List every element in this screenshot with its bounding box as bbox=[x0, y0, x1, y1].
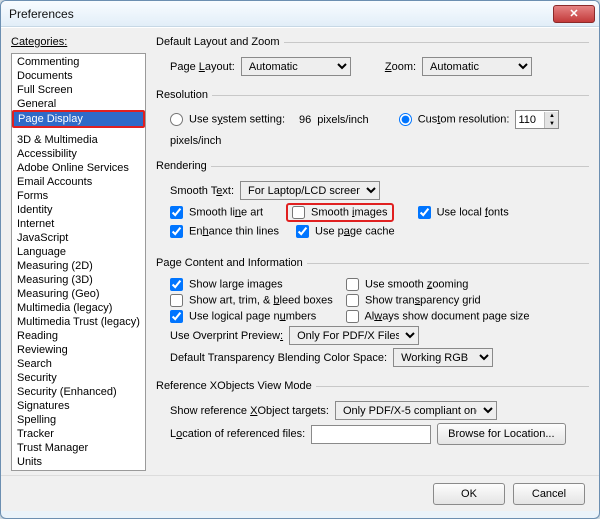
ok-button[interactable]: OK bbox=[433, 483, 505, 505]
system-dpi-value: 96 bbox=[299, 114, 311, 126]
blend-space-select[interactable]: Working RGB bbox=[393, 348, 493, 367]
category-item[interactable]: 3D & Multimedia bbox=[13, 133, 144, 147]
category-item[interactable]: Full Screen bbox=[13, 83, 144, 97]
category-item[interactable]: Identity bbox=[13, 203, 144, 217]
spinner-down-icon[interactable]: ▼ bbox=[544, 120, 558, 128]
browse-location-button[interactable]: Browse for Location... bbox=[437, 423, 565, 445]
category-item[interactable]: Reading bbox=[13, 329, 144, 343]
close-button[interactable]: ✕ bbox=[553, 5, 595, 23]
show-transparency-grid-checkbox[interactable]: Show transparency grid bbox=[346, 294, 481, 307]
smooth-text-select[interactable]: For Laptop/LCD screens bbox=[240, 181, 380, 200]
group-default-layout: Default Layout and Zoom Page Layout: Aut… bbox=[156, 36, 589, 81]
category-item[interactable]: JavaScript bbox=[13, 231, 144, 245]
categories-panel: Categories: CommentingDocumentsFull Scre… bbox=[11, 36, 146, 471]
show-large-images-checkbox[interactable]: Show large images bbox=[170, 278, 340, 291]
show-art-trim-checkbox[interactable]: Show art, trim, & bleed boxes bbox=[170, 294, 340, 307]
category-item[interactable]: Updater bbox=[13, 469, 144, 471]
category-item[interactable]: General bbox=[13, 97, 144, 111]
legend-xobjects: Reference XObjects View Mode bbox=[156, 380, 316, 392]
smooth-images-highlight: Smooth images bbox=[286, 203, 394, 222]
category-item[interactable]: Measuring (3D) bbox=[13, 273, 144, 287]
category-highlight: Page Display bbox=[12, 110, 145, 128]
enhance-thin-lines-checkbox[interactable]: Enhance thin lines bbox=[170, 225, 290, 238]
category-item[interactable]: Multimedia Trust (legacy) bbox=[13, 315, 144, 329]
close-icon: ✕ bbox=[569, 7, 578, 20]
referenced-files-input[interactable] bbox=[311, 425, 431, 444]
category-item[interactable]: Signatures bbox=[13, 399, 144, 413]
category-item[interactable]: Internet bbox=[13, 217, 144, 231]
content-area: Categories: CommentingDocumentsFull Scre… bbox=[1, 27, 599, 475]
category-item[interactable]: Tracker bbox=[13, 427, 144, 441]
overprint-preview-label: Use Overprint Preview: bbox=[170, 330, 283, 342]
smooth-text-label: Smooth Text: bbox=[170, 185, 234, 197]
category-item[interactable]: Adobe Online Services bbox=[13, 161, 144, 175]
category-item[interactable]: Commenting bbox=[13, 55, 144, 69]
category-item[interactable]: Language bbox=[13, 245, 144, 259]
page-layout-select[interactable]: Automatic bbox=[241, 57, 351, 76]
legend-default-layout: Default Layout and Zoom bbox=[156, 36, 284, 48]
cancel-button[interactable]: Cancel bbox=[513, 483, 585, 505]
category-item[interactable]: Email Accounts bbox=[13, 175, 144, 189]
use-system-radio[interactable]: Use system setting: bbox=[170, 113, 285, 126]
page-layout-label: Page Layout: bbox=[170, 61, 235, 73]
categories-list[interactable]: CommentingDocumentsFull ScreenGeneralPag… bbox=[11, 53, 146, 471]
legend-resolution: Resolution bbox=[156, 89, 212, 101]
custom-resolution-radio[interactable]: Custom resolution: bbox=[399, 113, 510, 126]
custom-resolution-spinner[interactable]: ▲▼ bbox=[515, 110, 559, 129]
smooth-line-art-checkbox[interactable]: Smooth line art bbox=[170, 206, 280, 219]
titlebar: Preferences ✕ bbox=[1, 1, 599, 27]
category-item[interactable]: Multimedia (legacy) bbox=[13, 301, 144, 315]
group-rendering: Rendering Smooth Text: For Laptop/LCD sc… bbox=[156, 160, 589, 243]
always-show-doc-size-checkbox[interactable]: Always show document page size bbox=[346, 310, 530, 323]
category-item[interactable]: Measuring (Geo) bbox=[13, 287, 144, 301]
category-item[interactable]: Spelling bbox=[13, 413, 144, 427]
category-item[interactable]: Units bbox=[13, 455, 144, 469]
category-item[interactable]: Security (Enhanced) bbox=[13, 385, 144, 399]
use-logical-page-numbers-checkbox[interactable]: Use logical page numbers bbox=[170, 310, 340, 323]
system-dpi-units: pixels/inch bbox=[317, 114, 368, 126]
category-item[interactable]: Measuring (2D) bbox=[13, 259, 144, 273]
xobject-targets-select[interactable]: Only PDF/X-5 compliant ones bbox=[335, 401, 497, 420]
use-smooth-zooming-checkbox[interactable]: Use smooth zooming bbox=[346, 278, 468, 291]
blend-space-label: Default Transparency Blending Color Spac… bbox=[170, 352, 387, 364]
category-item[interactable]: Trust Manager bbox=[13, 441, 144, 455]
category-item[interactable]: Accessibility bbox=[13, 147, 144, 161]
overprint-preview-select[interactable]: Only For PDF/X Files bbox=[289, 326, 419, 345]
zoom-label: Zoom: bbox=[385, 61, 416, 73]
zoom-select[interactable]: Automatic bbox=[422, 57, 532, 76]
group-page-content: Page Content and Information Show large … bbox=[156, 257, 589, 372]
legend-rendering: Rendering bbox=[156, 160, 211, 172]
category-item[interactable]: Search bbox=[13, 357, 144, 371]
referenced-files-label: Location of referenced files: bbox=[170, 428, 305, 440]
spinner-up-icon[interactable]: ▲ bbox=[544, 112, 558, 120]
category-item[interactable]: Documents bbox=[13, 69, 144, 83]
categories-label: Categories: bbox=[11, 36, 146, 48]
group-resolution: Resolution Use system setting: 96 pixels… bbox=[156, 89, 589, 152]
legend-page-content: Page Content and Information bbox=[156, 257, 307, 269]
category-item[interactable]: Security bbox=[13, 371, 144, 385]
use-local-fonts-checkbox[interactable]: Use local fonts bbox=[418, 206, 509, 219]
smooth-images-checkbox[interactable]: Smooth images bbox=[292, 206, 388, 219]
window-title: Preferences bbox=[9, 7, 553, 21]
category-item[interactable]: Forms bbox=[13, 189, 144, 203]
use-page-cache-checkbox[interactable]: Use page cache bbox=[296, 225, 395, 238]
xobject-targets-label: Show reference XObject targets: bbox=[170, 405, 329, 417]
category-item[interactable]: Reviewing bbox=[13, 343, 144, 357]
custom-resolution-input[interactable] bbox=[516, 111, 544, 128]
preferences-window: Preferences ✕ Categories: CommentingDocu… bbox=[0, 0, 600, 519]
settings-panel: Default Layout and Zoom Page Layout: Aut… bbox=[156, 36, 589, 471]
custom-dpi-units: pixels/inch bbox=[170, 135, 221, 147]
group-xobjects: Reference XObjects View Mode Show refere… bbox=[156, 380, 589, 450]
category-item[interactable]: Page Display bbox=[14, 112, 143, 126]
dialog-footer: OK Cancel bbox=[1, 475, 599, 511]
